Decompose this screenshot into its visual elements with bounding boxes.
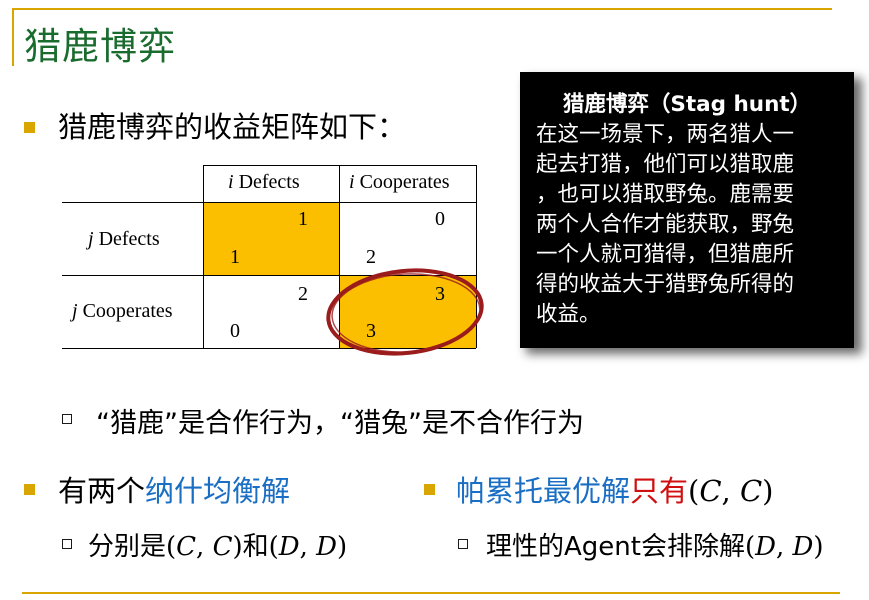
sub-note: “猎鹿”是合作行为，“猎兔”是不合作行为 — [96, 408, 584, 439]
info-box-line: 起去打猎，他们可以猎取鹿 — [536, 152, 795, 177]
info-box: 猎鹿博弈（Stag hunt） 在这一场景下，两名猎人一 起去打猎，他们可以猎取… — [520, 72, 854, 348]
title-frame-left — [12, 8, 14, 66]
bullet-square — [24, 484, 35, 495]
nash-sub-mid: 和 — [242, 532, 269, 562]
nash-sub-prefix: 分别是 — [88, 532, 167, 562]
table-rule — [62, 202, 476, 203]
info-box-line: 一个人就可猎得，但猎鹿所 — [536, 242, 795, 267]
nash-point: 有两个纳什均衡解 — [58, 468, 290, 510]
pareto-red: 只有 — [630, 474, 689, 508]
nash-prefix: 有两个 — [58, 474, 146, 508]
col-header-cooperates: i Cooperates — [349, 171, 450, 193]
row-header-cooperates: j Cooperates — [72, 300, 173, 322]
title-frame-top — [12, 8, 832, 10]
nash-sub: 分别是(𝐶, 𝐶)和(𝐷, 𝐷) — [88, 526, 347, 563]
payoff-j: 1 — [230, 246, 240, 268]
payoff-i: 2 — [298, 283, 308, 305]
pareto-sub-prefix: 理性的Agent会排除解 — [486, 532, 745, 562]
bottom-rule — [22, 592, 840, 594]
payoff-i: 0 — [435, 208, 445, 230]
info-box-line: 两个人合作才能获取，野兔 — [536, 212, 795, 237]
circle-annotation — [326, 268, 484, 356]
col-header-defects: i Defects — [228, 171, 300, 193]
nash-highlight: 纳什均衡解 — [145, 474, 291, 508]
nash-sub-math1: (𝐶, 𝐶) — [166, 532, 243, 562]
pareto-point: 帕累托最优解只有(𝐶, 𝐶) — [456, 468, 773, 510]
bullet-hollow — [458, 539, 468, 549]
table-rule — [203, 165, 204, 348]
info-box-line: ，也可以猎取野兔。鹿需要 — [536, 182, 795, 207]
slide-title: 猎鹿博弈 — [24, 25, 176, 68]
info-box-line: 收益。 — [536, 302, 601, 327]
pareto-highlight: 帕累托最优解 — [456, 474, 631, 508]
heading-text: 猎鹿博弈的收益矩阵如下： — [58, 110, 407, 144]
bullet-square — [24, 122, 35, 133]
payoff-j: 0 — [230, 320, 240, 342]
pareto-sub-math: (𝐷, 𝐷) — [744, 532, 824, 562]
payoff-i: 1 — [298, 208, 308, 230]
cell-highlight-defect-defect — [203, 203, 339, 275]
info-box-line: 得的收益大于猎野兔所得的 — [536, 272, 795, 297]
row-header-defects: j Defects — [88, 228, 160, 250]
pareto-math: (𝐶, 𝐶) — [688, 474, 774, 508]
nash-sub-math2: (𝐷, 𝐷) — [268, 532, 348, 562]
info-box-line: 在这一场景下，两名猎人一 — [536, 122, 795, 147]
bullet-hollow — [62, 414, 72, 424]
pareto-sub: 理性的Agent会排除解(𝐷, 𝐷) — [486, 526, 823, 563]
bullet-square — [424, 484, 435, 495]
info-box-title: 猎鹿博弈（Stag hunt） — [562, 92, 812, 117]
bullet-hollow — [62, 539, 72, 549]
